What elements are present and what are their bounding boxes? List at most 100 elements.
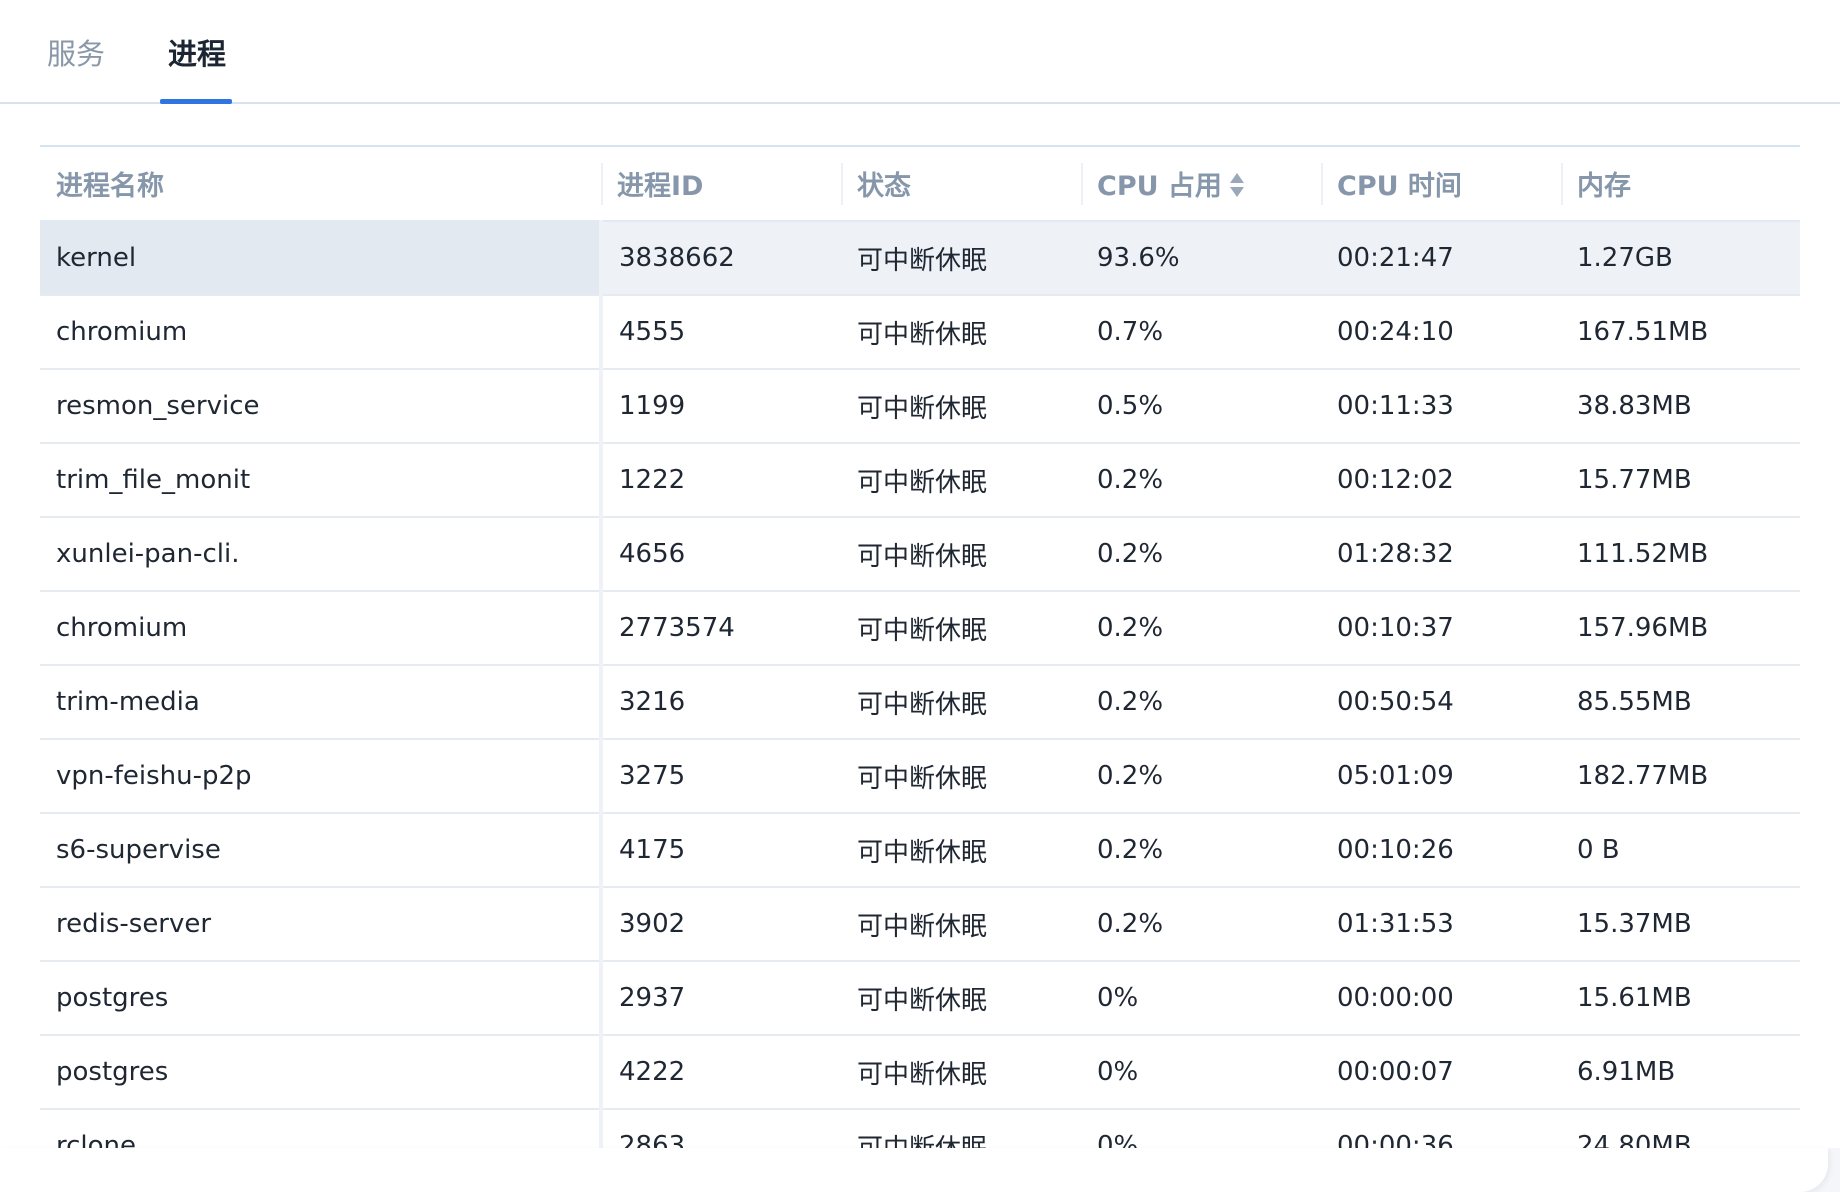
table-row[interactable]: s6-supervise 4175 可中断休眠 0.2% 00:10:26 0 B [40,813,1800,888]
process-name-cell: resmon_service [40,369,603,444]
process-name-cell: kernel [40,221,603,296]
table-row[interactable]: redis-server 3902 可中断休眠 0.2% 01:31:53 15.37MB [40,887,1800,962]
process-status-cell: 可中断休眠 [841,221,1081,296]
process-status-cell: 可中断休眠 [841,739,1081,814]
column-header-pid-label: 进程ID [617,171,704,202]
process-name-cell: trim_file_monit [40,443,603,518]
process-manager-panel: 服务 进程 进程名称 进程ID 状态 CPU 占用 CPU 时间 内存 kern… [0,0,1840,1192]
memory-cell: 15.77MB [1561,443,1800,518]
process-name-cell: postgres [40,961,603,1036]
memory-cell: 0 B [1561,813,1800,888]
cpu-usage-cell: 0.2% [1081,739,1321,814]
table-row[interactable]: trim_file_monit 1222 可中断休眠 0.2% 00:12:02 15.7… [40,443,1800,518]
process-status-cell: 可中断休眠 [841,369,1081,444]
column-header-status[interactable]: 状态 [841,147,1081,222]
memory-cell: 182.77MB [1561,739,1800,814]
memory-cell: 157.96MB [1561,591,1800,666]
process-id-cell: 2863 [601,1109,841,1152]
tab-processes[interactable]: 进程 [168,33,226,75]
tab-services[interactable]: 服务 [47,33,105,75]
process-status-cell: 可中断休眠 [841,961,1081,1036]
tab-bar: 服务 进程 [0,0,1840,104]
table-row[interactable]: chromium 4555 可中断休眠 0.7% 00:24:10 167.51MB [40,295,1800,370]
column-header-cpu[interactable]: CPU 占用 [1081,147,1321,222]
process-table-container[interactable]: 进程名称 进程ID 状态 CPU 占用 CPU 时间 内存 kernel 3838… [40,145,1800,1152]
process-status-cell: 可中断休眠 [841,443,1081,518]
process-id-cell: 4222 [601,1035,841,1110]
process-id-cell: 3275 [601,739,841,814]
memory-cell: 111.52MB [1561,517,1800,592]
process-status-cell: 可中断休眠 [841,813,1081,888]
process-status-cell: 可中断休眠 [841,517,1081,592]
table-row[interactable]: resmon_service 1199 可中断休眠 0.5% 00:11:33 38.83… [40,369,1800,444]
process-name-cell: chromium [40,295,603,370]
process-table: 进程名称 进程ID 状态 CPU 占用 CPU 时间 内存 kernel 3838… [40,147,1800,1152]
cpu-usage-cell: 0.2% [1081,813,1321,888]
column-divider[interactable] [1081,163,1083,205]
cpu-time-cell: 00:21:47 [1321,221,1561,296]
cpu-time-cell: 00:12:02 [1321,443,1561,518]
column-header-name-label: 进程名称 [56,171,164,202]
panel-bottom-edge [0,1148,1828,1192]
column-header-memory[interactable]: 内存 [1561,147,1800,222]
process-status-cell: 可中断休眠 [841,887,1081,962]
cpu-usage-cell: 0.7% [1081,295,1321,370]
process-id-cell: 3838662 [601,221,841,296]
process-name-cell: rclone [40,1109,603,1152]
cpu-time-cell: 05:01:09 [1321,739,1561,814]
memory-cell: 24.80MB [1561,1109,1800,1152]
process-id-cell: 4175 [601,813,841,888]
memory-cell: 15.61MB [1561,961,1800,1036]
memory-cell: 1.27GB [1561,221,1800,296]
table-row[interactable]: xunlei-pan-cli. 4656 可中断休眠 0.2% 01:28:32 111.… [40,517,1800,592]
table-row[interactable]: postgres 4222 可中断休眠 0% 00:00:07 6.91MB [40,1035,1800,1110]
table-row[interactable]: rclone 2863 可中断休眠 0% 00:00:36 24.80MB [40,1109,1800,1152]
process-status-cell: 可中断休眠 [841,591,1081,666]
memory-cell: 167.51MB [1561,295,1800,370]
cpu-usage-cell: 0.2% [1081,887,1321,962]
process-id-cell: 3216 [601,665,841,740]
column-header-cpu-time-label: CPU 时间 [1337,171,1462,202]
column-divider[interactable] [841,163,843,205]
process-id-cell: 3902 [601,887,841,962]
memory-cell: 38.83MB [1561,369,1800,444]
sort-icon[interactable] [1229,172,1244,200]
process-id-cell: 2937 [601,961,841,1036]
process-id-cell: 1222 [601,443,841,518]
process-name-cell: xunlei-pan-cli. [40,517,603,592]
cpu-usage-cell: 0.2% [1081,591,1321,666]
cpu-time-cell: 00:11:33 [1321,369,1561,444]
table-row[interactable]: postgres 2937 可中断休眠 0% 00:00:00 15.61MB [40,961,1800,1036]
table-row[interactable]: vpn-feishu-p2p 3275 可中断休眠 0.2% 05:01:09 182.7… [40,739,1800,814]
column-header-status-label: 状态 [857,171,911,202]
memory-cell: 15.37MB [1561,887,1800,962]
table-body: kernel 3838662 可中断休眠 93.6% 00:21:47 1.27GB chr… [40,221,1800,1152]
cpu-usage-cell: 93.6% [1081,221,1321,296]
process-name-cell: vpn-feishu-p2p [40,739,603,814]
column-header-pid[interactable]: 进程ID [601,147,841,222]
table-row[interactable]: chromium 2773574 可中断休眠 0.2% 00:10:37 157.96MB [40,591,1800,666]
table-row[interactable]: trim-media 3216 可中断休眠 0.2% 00:50:54 85.55MB [40,665,1800,740]
cpu-time-cell: 00:24:10 [1321,295,1561,370]
column-header-cpu-time[interactable]: CPU 时间 [1321,147,1561,222]
cpu-time-cell: 00:10:37 [1321,591,1561,666]
cpu-time-cell: 00:50:54 [1321,665,1561,740]
process-status-cell: 可中断休眠 [841,1109,1081,1152]
process-id-cell: 1199 [601,369,841,444]
table-row[interactable]: kernel 3838662 可中断休眠 93.6% 00:21:47 1.27GB [40,221,1800,296]
table-header-row: 进程名称 进程ID 状态 CPU 占用 CPU 时间 内存 [40,147,1800,222]
column-header-cpu-label: CPU 占用 [1097,171,1222,202]
column-header-name[interactable]: 进程名称 [40,147,601,222]
process-status-cell: 可中断休眠 [841,295,1081,370]
cpu-time-cell: 01:31:53 [1321,887,1561,962]
process-name-cell: chromium [40,591,603,666]
column-header-memory-label: 内存 [1577,171,1631,202]
column-divider[interactable] [1561,163,1563,205]
column-divider[interactable] [601,163,603,205]
process-status-cell: 可中断休眠 [841,665,1081,740]
cpu-usage-cell: 0% [1081,1035,1321,1110]
memory-cell: 85.55MB [1561,665,1800,740]
column-divider[interactable] [1321,163,1323,205]
cpu-usage-cell: 0% [1081,961,1321,1036]
cpu-time-cell: 00:10:26 [1321,813,1561,888]
